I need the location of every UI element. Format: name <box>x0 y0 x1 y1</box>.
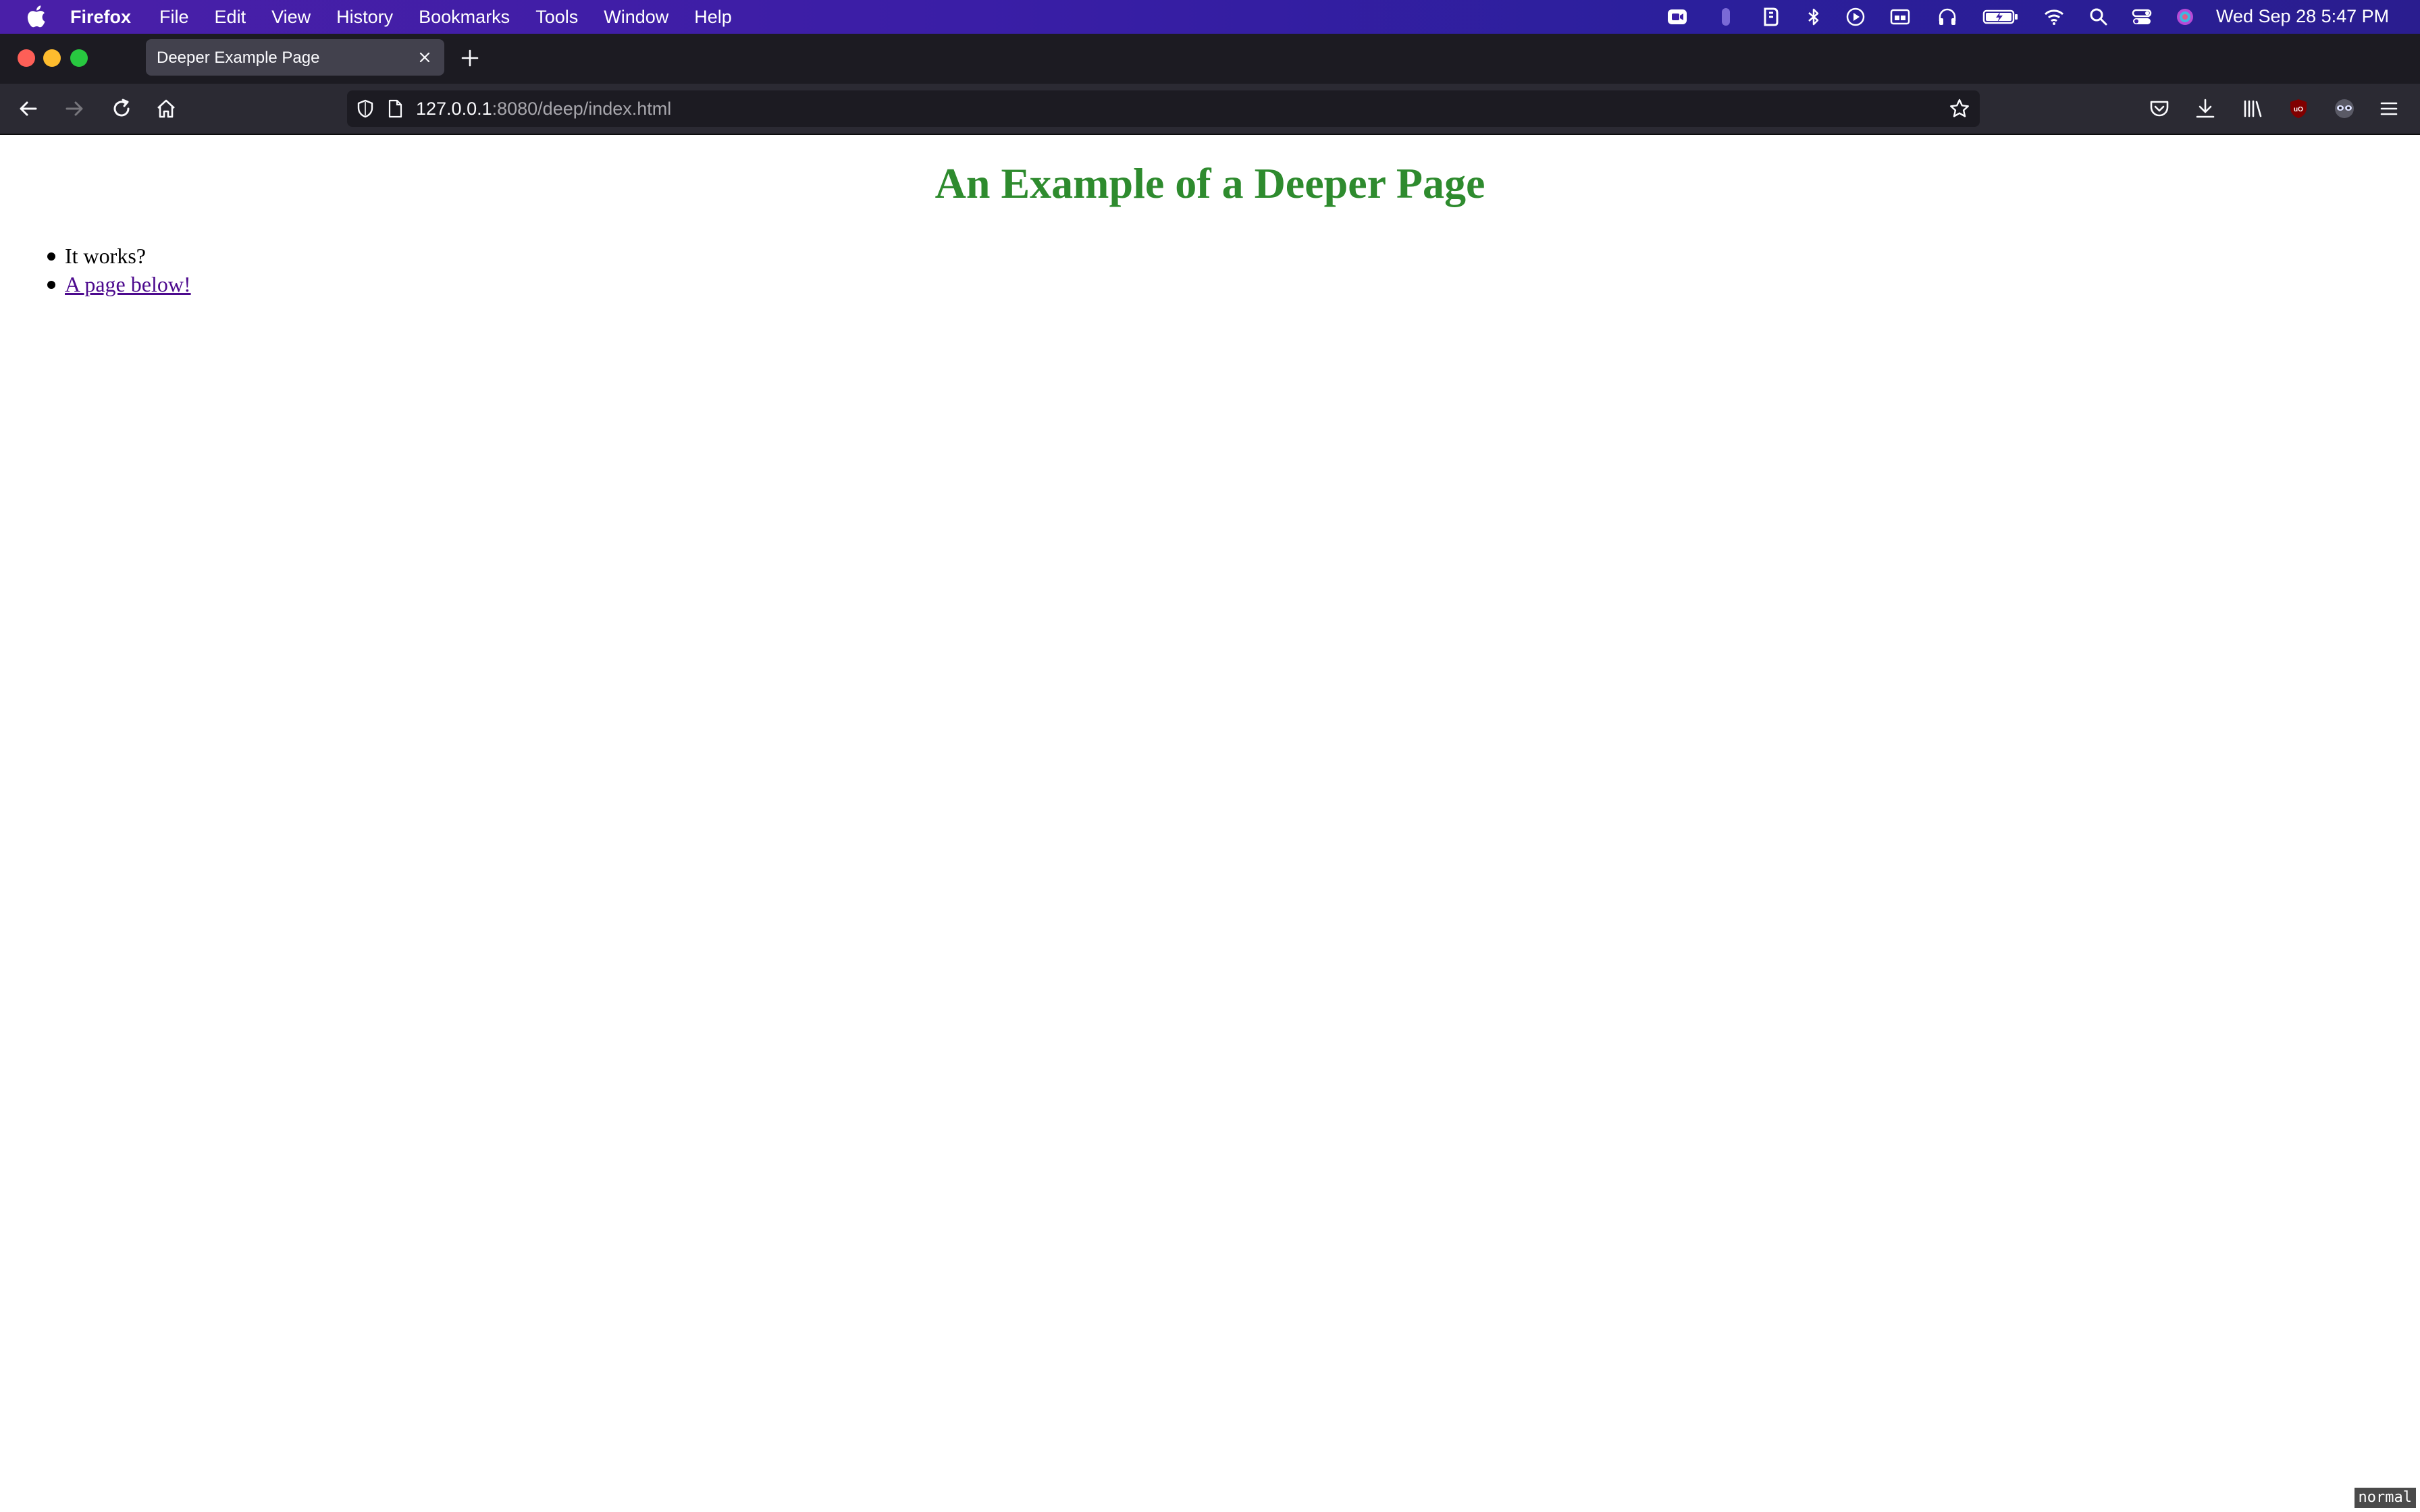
control-center-icon[interactable] <box>2131 6 2153 28</box>
apple-logo-icon[interactable] <box>26 4 46 28</box>
pocket-icon[interactable] <box>2147 97 2172 121</box>
menu-view[interactable]: View <box>271 0 311 34</box>
menu-window[interactable]: Window <box>604 0 668 34</box>
reload-icon[interactable] <box>109 97 134 121</box>
home-icon[interactable] <box>154 97 178 121</box>
bookmark-star-icon[interactable] <box>1949 98 1970 119</box>
url-host: 127.0.0.1 <box>416 99 492 119</box>
menu-file[interactable]: File <box>159 0 189 34</box>
macos-menu-bar: Firefox File Edit View History Bookmarks… <box>0 0 2420 34</box>
page-heading: An Example of a Deeper Page <box>935 159 1485 207</box>
wifi-icon[interactable] <box>2043 6 2065 28</box>
spotlight-icon[interactable] <box>2088 6 2109 28</box>
menu-history[interactable]: History <box>336 0 393 34</box>
menu-tools[interactable]: Tools <box>535 0 578 34</box>
menu-bar-clock[interactable]: Wed Sep 28 5:47 PM <box>2216 0 2389 32</box>
zoom-icon[interactable] <box>1666 6 1688 28</box>
navigation-toolbar: 127.0.0.1:8080/deep/index.html uO <box>0 84 2420 135</box>
mode-indicator: normal <box>2354 1488 2416 1508</box>
hamburger-menu-icon[interactable] <box>2377 97 2401 121</box>
battery-icon[interactable] <box>1982 6 2019 28</box>
page-below-link[interactable]: A page below! <box>65 272 191 296</box>
window-zoom-button[interactable] <box>70 49 88 67</box>
bartender-icon[interactable] <box>1760 6 1781 28</box>
list-item-text: It works? <box>65 244 146 268</box>
menu-edit[interactable]: Edit <box>215 0 246 34</box>
list-item: It works? <box>47 242 191 270</box>
siri-icon[interactable] <box>2174 6 2196 28</box>
bluetooth-icon[interactable] <box>1803 6 1824 28</box>
bullet-icon <box>47 252 55 261</box>
url-path: :8080/deep/index.html <box>492 99 672 119</box>
library-icon[interactable] <box>2240 97 2265 121</box>
downloads-icon[interactable] <box>2193 97 2217 121</box>
mouse-icon[interactable] <box>1715 6 1737 28</box>
new-tab-plus-icon[interactable] <box>459 47 481 69</box>
window-close-button[interactable] <box>18 49 35 67</box>
window-minimize-button[interactable] <box>43 49 61 67</box>
menu-bookmarks[interactable]: Bookmarks <box>419 0 510 34</box>
web-page-content: An Example of a Deeper Page It works? A … <box>0 135 2420 1512</box>
menu-app-firefox[interactable]: Firefox <box>70 0 131 34</box>
back-arrow-icon[interactable] <box>16 97 41 121</box>
tab-title: Deeper Example Page <box>157 49 320 67</box>
url-text[interactable]: 127.0.0.1:8080/deep/index.html <box>416 90 671 127</box>
menu-help[interactable]: Help <box>694 0 732 34</box>
private-mask-icon[interactable] <box>2332 97 2357 121</box>
svg-text:uO: uO <box>2294 106 2303 113</box>
browser-tab-strip: Deeper Example Page <box>0 34 2420 84</box>
tracking-protection-shield-icon[interactable] <box>355 99 375 119</box>
forward-arrow-icon[interactable] <box>62 97 86 121</box>
address-bar[interactable]: 127.0.0.1:8080/deep/index.html <box>347 90 1980 127</box>
headphones-icon[interactable] <box>1937 6 1958 28</box>
page-info-icon[interactable] <box>385 99 405 119</box>
ublock-origin-icon[interactable]: uO <box>2286 97 2311 121</box>
list-item: A page below! <box>47 270 191 298</box>
bullet-list: It works? A page below! <box>47 242 191 298</box>
play-icon[interactable] <box>1845 6 1866 28</box>
bullet-icon <box>47 281 55 289</box>
tab-deeper-example-page[interactable]: Deeper Example Page <box>146 39 444 76</box>
display-icon[interactable] <box>1889 6 1911 28</box>
tab-close-icon[interactable] <box>416 49 433 66</box>
